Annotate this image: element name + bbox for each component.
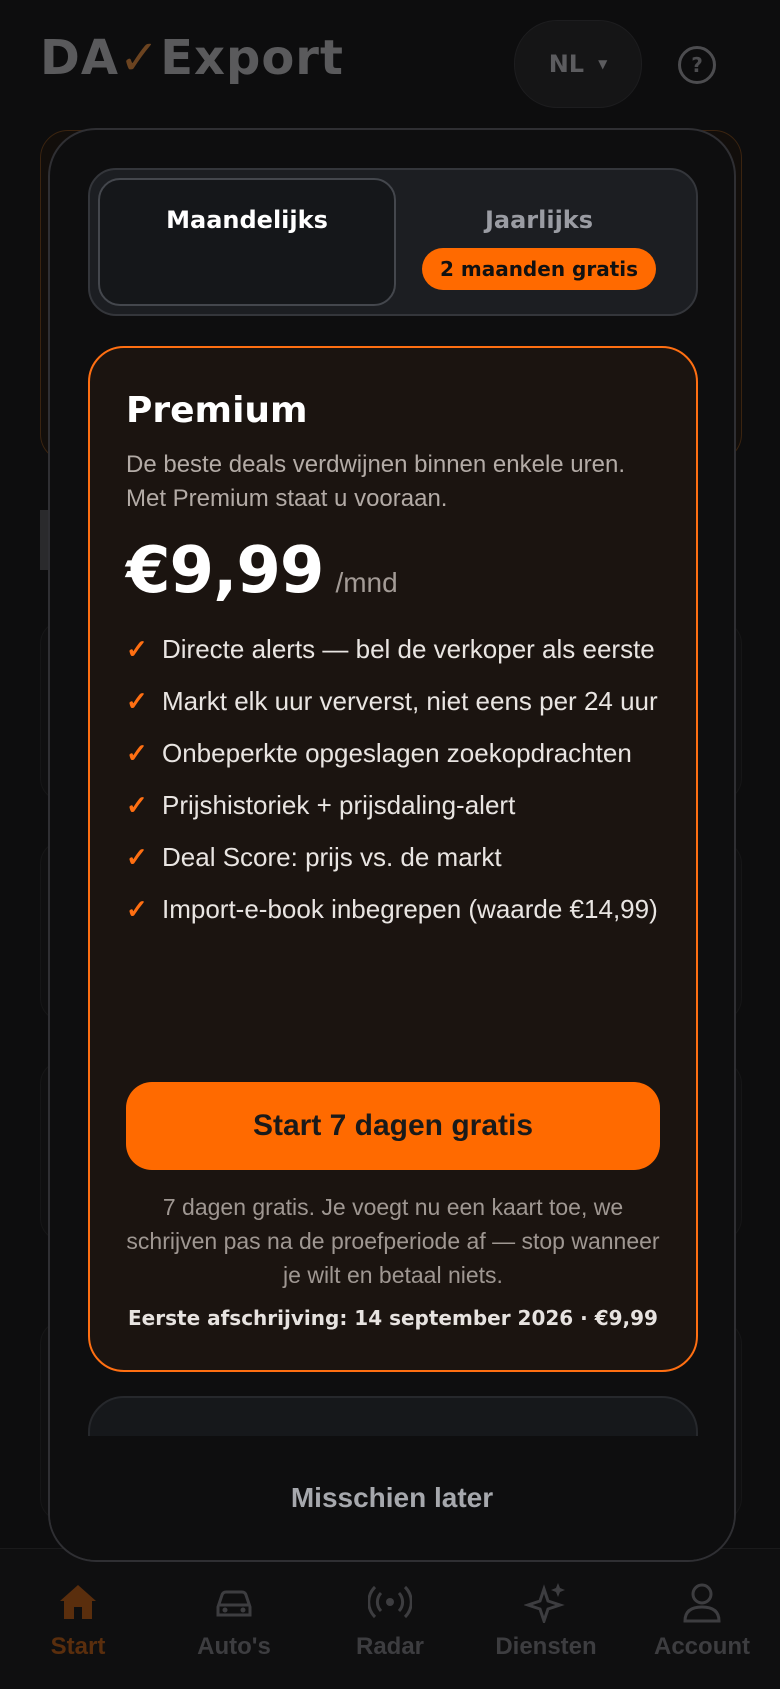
user-icon (680, 1581, 724, 1623)
nav-item-start[interactable]: Start (0, 1549, 156, 1689)
feature-text: Directe alerts — bel de verkoper als eer… (162, 634, 655, 664)
home-icon (56, 1581, 100, 1623)
plan-description: De beste deals verdwijnen binnen enkele … (126, 451, 625, 512)
bottom-navigation: Start Auto's Radar Diensten Account (0, 1548, 780, 1689)
feature-text: Deal Score: prijs vs. de markt (162, 842, 502, 872)
yearly-option[interactable]: Jaarlijks 2 maanden gratis (392, 178, 686, 302)
nav-item-label: Radar (355, 1633, 425, 1660)
check-icon: ✓ (126, 634, 148, 664)
nav-item-label: Start (50, 1633, 106, 1660)
feature-text: Markt elk uur ververst, niet eens per 24… (162, 686, 658, 716)
feature-item: ✓ Deal Score: prijs vs. de markt (126, 838, 666, 876)
chevron-down-icon: ▼ (598, 57, 608, 71)
yearly-label: Jaarlijks (484, 206, 594, 234)
nav-item-diensten[interactable]: Diensten (468, 1549, 624, 1689)
sparkles-icon (524, 1581, 568, 1623)
feature-list: ✓ Directe alerts — bel de verkoper als ee… (126, 630, 666, 942)
nav-item-account[interactable]: Account (624, 1549, 780, 1689)
premium-plan-card: Premium De beste deals verdwijnen binnen… (88, 346, 698, 1372)
feature-item: ✓ Import-e-book inbegrepen (waarde €14,99… (126, 890, 666, 928)
premium-modal: Maandelijks Jaarlijks 2 maanden gratis P… (48, 128, 736, 1562)
language-label: NL (548, 50, 585, 78)
check-icon: ✓ (126, 894, 148, 924)
start-trial-button[interactable]: Start 7 dagen gratis (126, 1082, 660, 1170)
feature-item: ✓ Onbeperkte opgeslagen zoekopdrachten (126, 734, 666, 772)
plan-title: Premium (126, 390, 308, 431)
plan-price: €9,99 (126, 534, 324, 608)
car-icon (212, 1581, 256, 1623)
language-selector[interactable]: NL ▼ (514, 20, 642, 108)
radar-icon (368, 1581, 412, 1623)
help-icon[interactable]: ? (678, 46, 716, 84)
monthly-option[interactable]: Maandelijks (98, 178, 396, 306)
nav-item-label: Auto's (197, 1633, 271, 1660)
price-period: /mnd (335, 567, 398, 598)
nav-item-label: Diensten (495, 1633, 597, 1660)
feature-item: ✓ Prijshistoriek + prijsdaling-alert (126, 786, 666, 824)
feature-text: Import-e-book inbegrepen (waarde €14,99) (162, 894, 658, 924)
billing-period-toggle: Maandelijks Jaarlijks 2 maanden gratis (88, 168, 698, 316)
nav-item-radar[interactable]: Radar (312, 1549, 468, 1689)
top-bar: DA✓Export NL ▼ ? (0, 0, 780, 130)
feature-text: Onbeperkte opgeslagen zoekopdrachten (162, 738, 632, 768)
feature-item: ✓ Markt elk uur ververst, niet eens per 2… (126, 682, 666, 720)
nav-item-autos[interactable]: Auto's (156, 1549, 312, 1689)
later-bar: Misschien later (50, 1436, 734, 1560)
app-logo: DA✓Export (40, 30, 344, 86)
maybe-later-button[interactable]: Misschien later (291, 1482, 493, 1514)
discount-badge: 2 maanden gratis (421, 248, 657, 290)
check-icon: ✓ (126, 738, 148, 768)
check-icon: ✓ (126, 790, 148, 820)
check-icon: ✓ (126, 842, 148, 872)
feature-item: ✓ Directe alerts — bel de verkoper als ee… (126, 630, 666, 668)
monthly-label: Maandelijks (166, 206, 328, 234)
trial-note: 7 dagen gratis. Je voegt nu een kaart to… (126, 1194, 660, 1288)
check-icon: ✓ (126, 686, 148, 716)
nav-item-label: Account (654, 1633, 750, 1660)
first-charge-text: Eerste afschrijving: 14 september 2026 ·… (128, 1306, 658, 1330)
feature-text: Prijshistoriek + prijsdaling-alert (162, 790, 516, 820)
price-row: €9,99 /mnd (126, 534, 398, 608)
